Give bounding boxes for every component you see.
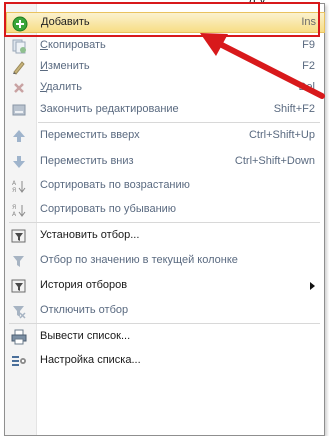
annotation-arrow-icon <box>200 33 325 99</box>
